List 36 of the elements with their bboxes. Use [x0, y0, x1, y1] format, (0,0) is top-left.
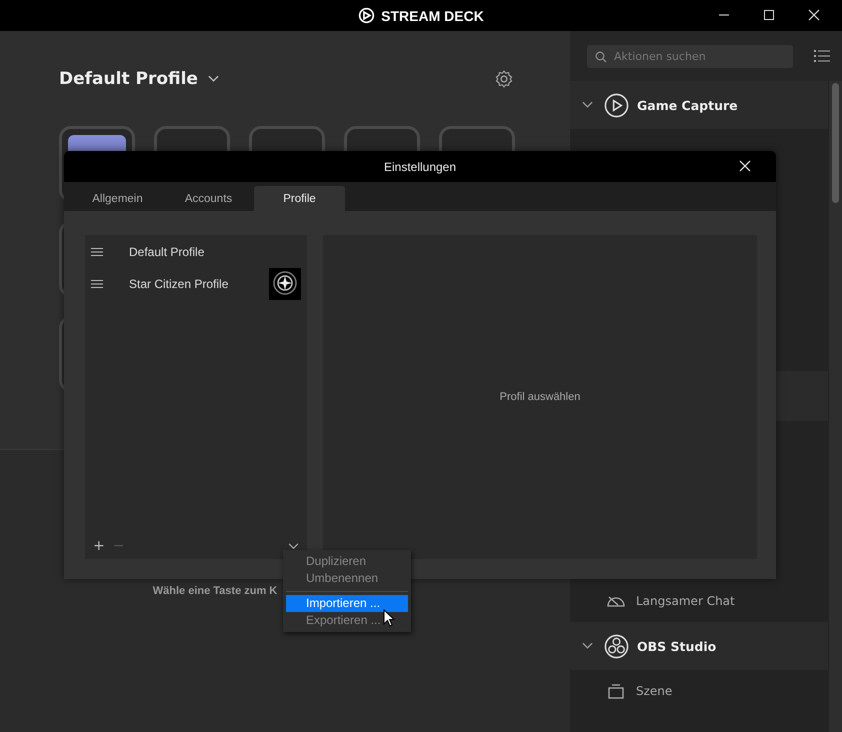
scrollbar-track[interactable] [829, 81, 842, 732]
action-item[interactable]: Szene [570, 670, 828, 712]
profile-row[interactable]: Star Citizen Profile [85, 268, 307, 300]
empty-message: Profil auswählen [500, 391, 580, 403]
category-header[interactable]: Game Capture [570, 81, 828, 129]
drag-handle-icon[interactable] [91, 248, 103, 256]
chevron-down-icon[interactable] [208, 75, 219, 83]
mouse-cursor-icon [383, 609, 395, 627]
category-header[interactable]: OBS Studio [570, 622, 828, 670]
close-icon[interactable] [808, 9, 820, 21]
gauge-icon [607, 594, 625, 608]
tab[interactable]: Profile [254, 186, 345, 211]
chevron-down-icon[interactable] [288, 542, 299, 550]
scene-icon [607, 684, 625, 698]
add-button[interactable]: + [91, 538, 111, 554]
close-icon[interactable] [739, 160, 751, 172]
tab[interactable]: Allgemein [72, 186, 163, 211]
dialog-title: Einstellungen [384, 160, 456, 174]
logo-icon [358, 7, 376, 24]
action-item[interactable]: Langsamer Chat [570, 580, 828, 622]
search-icon [595, 50, 607, 62]
three-circles-icon [604, 634, 629, 658]
maximize-icon[interactable] [763, 9, 775, 21]
hint-text: Wähle eine Taste zum K [152, 585, 278, 599]
tab[interactable]: Accounts [163, 186, 254, 211]
play-circle-icon [604, 92, 629, 118]
drag-handle-icon[interactable] [91, 280, 103, 288]
window-title: STREAM DECK [381, 8, 484, 24]
crosshair-icon [269, 268, 301, 300]
scrollbar-thumb[interactable] [832, 83, 839, 203]
settings-icon[interactable] [494, 69, 514, 89]
menu-item[interactable]: Importieren ... [286, 595, 408, 612]
search-field[interactable]: Aktionen suchen [587, 44, 793, 68]
profile-name[interactable]: Default Profile [59, 69, 198, 89]
profile-row[interactable]: Default Profile [85, 236, 307, 268]
list-view-icon[interactable] [814, 49, 830, 63]
